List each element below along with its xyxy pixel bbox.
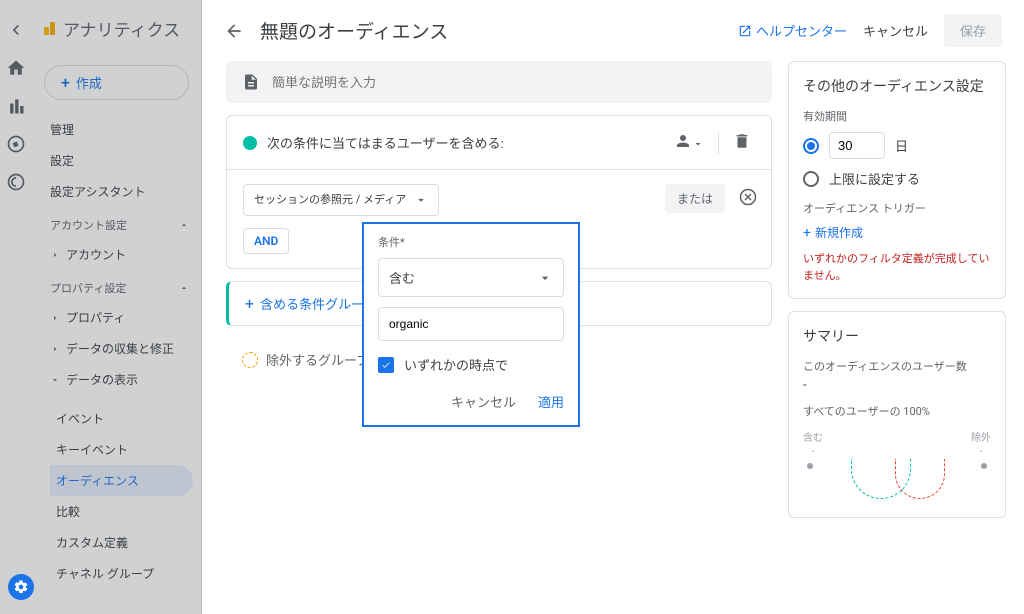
- any-point-checkbox[interactable]: [378, 357, 394, 373]
- nav-property[interactable]: プロパティ: [44, 302, 201, 333]
- summary-title: サマリー: [803, 326, 991, 346]
- nav-account-section: アカウント設定: [44, 207, 201, 239]
- nav-key-events[interactable]: キーイベント: [50, 434, 201, 465]
- chevron-left-icon[interactable]: [6, 20, 26, 40]
- operator-select[interactable]: 含む: [378, 258, 564, 297]
- include-indicator-icon: [243, 136, 257, 150]
- save-button[interactable]: 保存: [944, 14, 1002, 47]
- nav-compare[interactable]: 比較: [50, 496, 201, 527]
- top-cancel-button[interactable]: キャンセル: [863, 21, 928, 40]
- include-header-text: 次の条件に当てはまるユーザーを含める:: [267, 133, 504, 152]
- nav-account[interactable]: アカウント: [44, 239, 201, 270]
- or-button[interactable]: または: [665, 184, 725, 213]
- duration-input[interactable]: [829, 132, 885, 159]
- dimension-selector[interactable]: セッションの参照元 / メディア: [243, 184, 439, 216]
- summary-subtitle-1: このオーディエンスのユーザー数: [803, 358, 991, 374]
- summary-value-1: -: [803, 378, 991, 393]
- scope-button[interactable]: [670, 128, 708, 157]
- duration-label: 有効期間: [803, 108, 991, 124]
- chart-exclude-label: 除外-: [971, 429, 991, 457]
- popup-apply-button[interactable]: 適用: [538, 392, 564, 411]
- document-icon: [242, 73, 260, 91]
- app-title: アナリティクス: [63, 16, 180, 41]
- nav-setup-assistant[interactable]: 設定アシスタント: [44, 176, 201, 207]
- condition-popup: 条件* 含む いずれかの時点で キャンセル 適用: [362, 222, 580, 427]
- summary-chart: [803, 463, 991, 503]
- remove-condition-button[interactable]: [735, 184, 755, 204]
- duration-days-radio[interactable]: [803, 138, 819, 154]
- help-center-link[interactable]: ヘルプセンター: [738, 21, 847, 40]
- page-title: 無題のオーディエンス: [260, 17, 448, 44]
- home-icon[interactable]: [6, 58, 26, 78]
- condition-value-input[interactable]: [378, 307, 564, 341]
- explore-icon[interactable]: [6, 134, 26, 154]
- nav-property-section: プロパティ設定: [44, 270, 201, 302]
- settings-fab[interactable]: [8, 574, 34, 600]
- new-trigger-button[interactable]: +新規作成: [803, 224, 991, 241]
- nav-audiences[interactable]: オーディエンス: [50, 465, 193, 496]
- exclude-circle-icon: [242, 352, 258, 368]
- target-icon[interactable]: [6, 172, 26, 192]
- trigger-label: オーディエンス トリガー: [803, 200, 991, 216]
- error-message: いずれかのフィルタ定義が完成していません。: [803, 251, 991, 284]
- create-button[interactable]: + 作成: [44, 65, 189, 100]
- nav-data-display[interactable]: データの表示: [44, 364, 201, 395]
- settings-title: その他のオーディエンス設定: [803, 76, 991, 96]
- bar-chart-icon[interactable]: [6, 96, 26, 116]
- duration-max-radio[interactable]: [803, 171, 819, 187]
- plus-icon: +: [61, 73, 70, 92]
- and-button[interactable]: AND: [243, 228, 289, 254]
- nav-channel-group[interactable]: チャネル グループ: [50, 558, 201, 589]
- popup-condition-label: 条件*: [378, 234, 564, 250]
- duration-unit: 日: [895, 136, 908, 155]
- popup-cancel-button[interactable]: キャンセル: [451, 392, 516, 411]
- max-option-label: 上限に設定する: [829, 169, 920, 188]
- nav-data-collection[interactable]: データの収集と修正: [44, 333, 201, 364]
- description-input[interactable]: [272, 75, 756, 90]
- summary-subtitle-2: すべてのユーザーの 100%: [803, 403, 991, 419]
- any-point-label: いずれかの時点で: [404, 355, 508, 374]
- nav-custom-def[interactable]: カスタム定義: [50, 527, 201, 558]
- chart-include-label: 含む-: [803, 429, 823, 457]
- back-arrow-icon[interactable]: [224, 21, 244, 41]
- analytics-logo: [44, 22, 55, 35]
- audience-settings-card: その他のオーディエンス設定 有効期間 日 上限に設定する オーディエンス トリガ…: [788, 61, 1006, 299]
- summary-card: サマリー このオーディエンスのユーザー数 - すべてのユーザーの 100% 含む…: [788, 311, 1006, 518]
- nav-admin[interactable]: 管理: [44, 114, 201, 145]
- delete-group-button[interactable]: [729, 128, 755, 157]
- nav-settings[interactable]: 設定: [44, 145, 201, 176]
- nav-events[interactable]: イベント: [50, 403, 201, 434]
